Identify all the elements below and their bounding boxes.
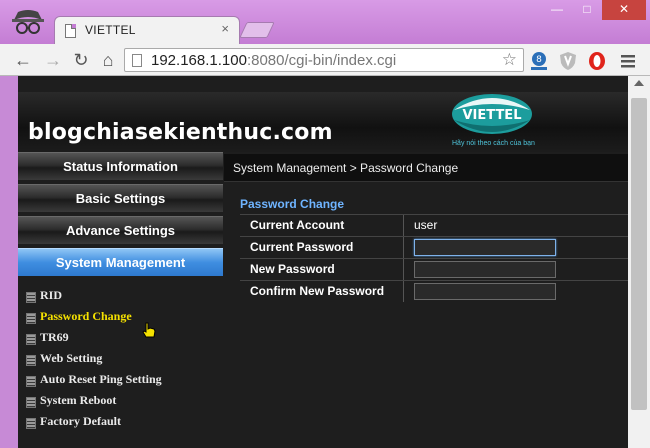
list-icon (26, 313, 36, 324)
menu-icon[interactable] (617, 50, 639, 72)
table-row: Current Account user (240, 214, 628, 236)
current-account-value: user (414, 218, 438, 232)
menu-status-information[interactable]: Status Information (18, 152, 223, 180)
submenu-item-label: System Reboot (40, 393, 117, 407)
window-controls: — □ ✕ (542, 0, 646, 20)
new-password-input[interactable] (414, 261, 556, 278)
tab-title: VIETTEL (85, 23, 136, 37)
viettel-logo: VIETTEL Hãy nói theo cách của bạn (438, 90, 548, 152)
table-row: Confirm New Password (240, 280, 628, 302)
new-password-label: New Password (240, 259, 404, 280)
address-bar[interactable]: 192.168.1.100:8080/cgi-bin/index.cgi ☆ (124, 48, 524, 72)
list-icon (26, 355, 36, 366)
submenu-item-label: Password Change (40, 309, 132, 323)
shield-icon[interactable] (557, 50, 579, 72)
menu-system-management[interactable]: System Management (18, 248, 223, 276)
list-icon (26, 418, 36, 429)
scrollbar-thumb[interactable] (631, 98, 647, 410)
submenu-item-label: Factory Default (40, 414, 121, 428)
back-button[interactable]: ← (12, 49, 34, 71)
current-account-label: Current Account (240, 215, 404, 236)
submenu-item-rid[interactable]: RID (26, 288, 216, 306)
page-icon (65, 24, 76, 38)
current-password-input[interactable] (414, 239, 556, 256)
logo-text: VIETTEL (463, 108, 522, 123)
confirm-password-label: Confirm New Password (240, 281, 404, 302)
table-row: New Password (240, 258, 628, 280)
submenu-item-tr69[interactable]: TR69 (26, 330, 216, 348)
maximize-button[interactable]: □ (572, 0, 602, 20)
list-icon (26, 334, 36, 345)
submenu-item-password-change[interactable]: Password Change (26, 309, 216, 327)
extension-badge-icon[interactable]: 8 (528, 50, 550, 72)
hand-cursor-icon (142, 322, 156, 338)
svg-text:8: 8 (536, 55, 542, 65)
browser-tab[interactable]: VIETTEL × (54, 16, 240, 44)
home-button[interactable]: ⌂ (97, 49, 119, 71)
submenu-item-system-reboot[interactable]: System Reboot (26, 393, 216, 411)
url-text: 192.168.1.100:8080/cgi-bin/index.cgi (151, 52, 397, 69)
title-bar: VIETTEL × — □ ✕ (0, 0, 650, 44)
table-row: Current Password (240, 236, 628, 258)
list-icon (26, 376, 36, 387)
forward-button[interactable]: → (42, 49, 64, 71)
breadcrumb: System Management > Password Change (233, 161, 459, 175)
page-scrollbar[interactable] (628, 76, 650, 448)
submenu-item-label: Auto Reset Ping Setting (40, 372, 162, 386)
menu-advance-settings[interactable]: Advance Settings (18, 216, 223, 244)
logo-slogan: Hãy nói theo cách của bạn (452, 140, 535, 147)
menu-basic-settings[interactable]: Basic Settings (18, 184, 223, 212)
page-icon (132, 54, 142, 67)
page-viewport: blogchiasekienthuc.com VIETTEL Hãy nói t… (18, 76, 628, 448)
browser-toolbar: ← → ↻ ⌂ 192.168.1.100:8080/cgi-bin/index… (0, 44, 650, 76)
minimize-button[interactable]: — (542, 0, 572, 20)
reload-button[interactable]: ↻ (70, 49, 92, 71)
list-icon (26, 397, 36, 408)
submenu-item-label: TR69 (40, 330, 69, 344)
close-tab-icon[interactable]: × (221, 22, 229, 35)
opera-icon[interactable] (586, 50, 608, 72)
submenu-item-auto-reset-ping[interactable]: Auto Reset Ping Setting (26, 372, 216, 390)
submenu-item-label: RID (40, 288, 63, 302)
close-window-button[interactable]: ✕ (602, 0, 646, 20)
content-header: System Management > Password Change (224, 154, 628, 182)
viettel-logo-icon: VIETTEL (452, 94, 532, 134)
scroll-up-icon[interactable] (634, 80, 644, 86)
submenu-item-factory-default[interactable]: Factory Default (26, 414, 216, 432)
confirm-password-input[interactable] (414, 283, 556, 300)
site-banner-text: blogchiasekienthuc.com (28, 120, 333, 145)
new-tab-button[interactable] (239, 22, 275, 38)
section-title: Password Change (240, 197, 345, 211)
current-password-label: Current Password (240, 237, 404, 258)
incognito-icon (12, 10, 44, 34)
submenu-item-label: Web Setting (40, 351, 103, 365)
submenu-item-web-setting[interactable]: Web Setting (26, 351, 216, 369)
bookmark-star-icon[interactable]: ☆ (502, 50, 517, 70)
list-icon (26, 292, 36, 303)
